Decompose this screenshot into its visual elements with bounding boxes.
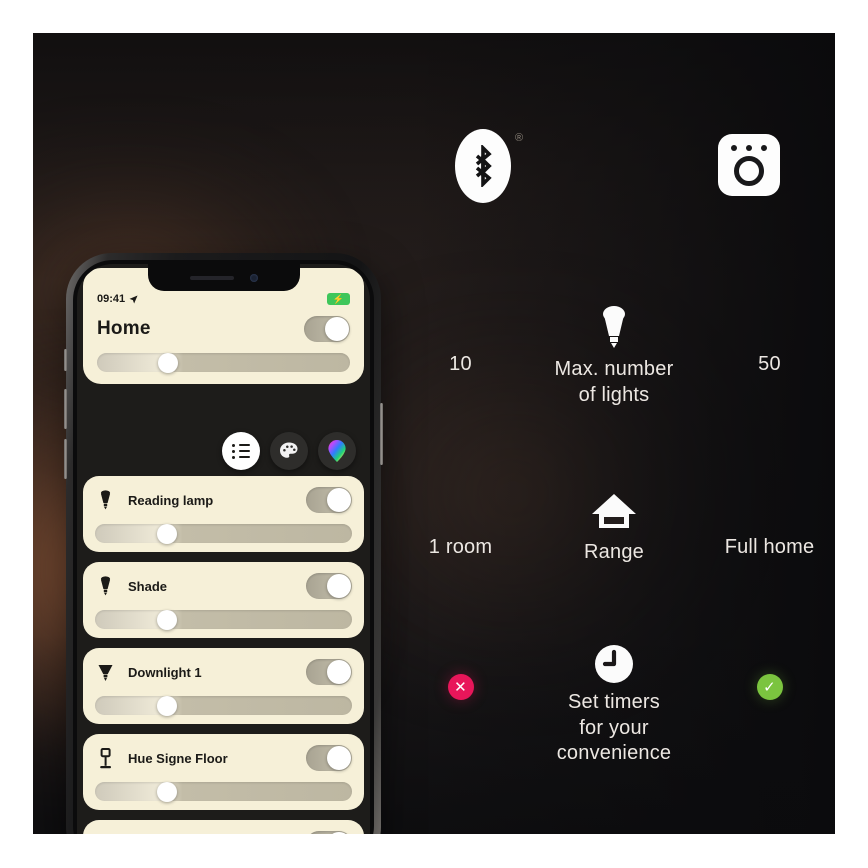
- slider-knob[interactable]: [157, 352, 178, 373]
- phone-mute-switch[interactable]: [64, 349, 67, 371]
- phone-notch: [147, 264, 300, 291]
- light-brightness-slider[interactable]: [95, 781, 352, 802]
- timers-center: Set timers for your convenience: [524, 638, 704, 767]
- light-toggle[interactable]: [306, 659, 352, 685]
- location-arrow-icon: [129, 294, 138, 303]
- status-bar-time-group: 09:41: [97, 293, 138, 305]
- max-lights-center: Max. number of lights: [524, 305, 704, 408]
- comparison-panel: ® 10 Max. number of lights 50 1 room Ran…: [393, 33, 835, 834]
- max-lights-label-line1: Max. number: [554, 358, 674, 380]
- feature-row-range: 1 room Range Full home: [393, 488, 835, 566]
- light-brightness-slider[interactable]: [95, 695, 352, 716]
- light-name: Downlight 1: [128, 664, 202, 680]
- tab-scenes-view[interactable]: [270, 432, 308, 470]
- home-title-row: Home: [97, 316, 350, 342]
- light-row-header: Hue Signe Floor: [95, 745, 352, 771]
- light-name: Reading lamp: [128, 492, 214, 508]
- toggle-knob: [327, 574, 351, 598]
- light-row-header: Reading lamp: [95, 487, 352, 513]
- technology-logos-row: ®: [393, 129, 835, 205]
- toggle-knob: [327, 746, 351, 770]
- range-bluetooth-value: 1 room: [428, 536, 493, 558]
- list-item[interactable]: Hue Flourish: [83, 820, 364, 834]
- light-toggle[interactable]: [306, 487, 352, 513]
- floor-lamp-icon: [95, 747, 115, 769]
- timers-label-line1: Set timers: [567, 691, 660, 713]
- clock-icon: [594, 638, 634, 684]
- light-toggle[interactable]: [306, 745, 352, 771]
- tab-color-view[interactable]: [318, 432, 356, 470]
- toggle-knob: [327, 832, 351, 834]
- list-item[interactable]: Shade: [83, 562, 364, 638]
- cross-badge-icon: ✕: [447, 674, 474, 700]
- list-item[interactable]: Reading lamp: [83, 476, 364, 552]
- front-camera-icon: [249, 273, 258, 282]
- phone-bezel: 09:41 ⚡ Home Reading lamp Shade Downligh…: [73, 260, 374, 834]
- max-lights-label: Max. number of lights: [555, 357, 674, 408]
- status-bar: 09:41 ⚡: [97, 292, 350, 306]
- light-row-header: Downlight 1: [95, 659, 352, 685]
- light-name: Shade: [128, 578, 168, 594]
- battery-charging-icon: ⚡: [327, 293, 350, 305]
- house-icon: [591, 488, 637, 534]
- phone-screen: 09:41 ⚡ Home Reading lamp Shade Downligh…: [77, 264, 370, 834]
- home-master-toggle[interactable]: [304, 316, 350, 342]
- phone-volume-up-button[interactable]: [64, 389, 67, 429]
- status-bar-time: 09:41: [97, 293, 126, 305]
- toggle-knob: [327, 660, 351, 684]
- bluetooth-icon: [455, 129, 511, 203]
- light-brightness-slider[interactable]: [95, 523, 352, 544]
- light-name: Hue Signe Floor: [128, 750, 228, 766]
- bridge-button-ring: [734, 155, 764, 186]
- list-item[interactable]: Downlight 1: [83, 648, 364, 724]
- registered-trademark-mark: ®: [515, 132, 524, 144]
- hue-bridge-icon: [718, 134, 780, 196]
- bulb-spot-icon: [95, 490, 115, 510]
- max-lights-label-line2: of lights: [578, 383, 650, 406]
- light-toggle[interactable]: [306, 573, 352, 599]
- earpiece-speaker: [189, 275, 234, 280]
- range-center: Range: [524, 488, 704, 566]
- feature-row-timers: ✕ Set timers for your convenience ✓: [393, 638, 835, 767]
- slider-knob[interactable]: [156, 523, 177, 544]
- bridge-status-dots: [731, 144, 767, 151]
- color-picker-pin-icon: [328, 440, 346, 462]
- phone-mockup: 09:41 ⚡ Home Reading lamp Shade Downligh…: [64, 253, 383, 834]
- max-lights-bridge-value: 50: [758, 353, 781, 375]
- max-lights-bluetooth-value: 10: [449, 353, 472, 375]
- battery-bolt-glyph: ⚡: [332, 293, 345, 304]
- home-brightness-slider[interactable]: [97, 352, 350, 373]
- bulb-downlight-icon: [95, 662, 115, 682]
- palette-icon: [280, 442, 298, 458]
- lights-list: Reading lamp Shade Downlight 1 Hue Signe…: [83, 476, 364, 834]
- range-bridge-value: Full home: [724, 536, 815, 558]
- timers-label-line2: for your: [579, 716, 649, 739]
- range-label: Range: [584, 541, 644, 563]
- light-brightness-slider[interactable]: [95, 609, 352, 630]
- list-item[interactable]: Hue Signe Floor: [83, 734, 364, 810]
- light-toggle[interactable]: [306, 831, 352, 834]
- timers-label-line3: convenience: [556, 742, 672, 765]
- check-badge-icon: ✓: [756, 674, 783, 700]
- toggle-knob: [325, 317, 349, 341]
- slider-knob[interactable]: [156, 781, 177, 802]
- timers-bluetooth-value: ✕: [393, 638, 524, 700]
- slider-knob[interactable]: [156, 609, 177, 630]
- light-bulb-icon: [597, 305, 631, 351]
- view-mode-switcher: [222, 432, 356, 470]
- list-icon: [232, 443, 250, 459]
- slider-knob[interactable]: [156, 695, 177, 716]
- phone-volume-down-button[interactable]: [64, 439, 67, 479]
- page-title: Home: [97, 318, 151, 339]
- feature-row-max-lights: 10 Max. number of lights 50: [393, 305, 835, 408]
- timers-bridge-value: ✓: [704, 638, 835, 700]
- timers-label: Set timers for your convenience: [557, 690, 672, 767]
- phone-power-button[interactable]: [380, 403, 383, 465]
- toggle-knob: [327, 488, 351, 512]
- bulb-spot-icon: [95, 576, 115, 596]
- light-row-header: Shade: [95, 573, 352, 599]
- screenshot-canvas: ® 10 Max. number of lights 50 1 room Ran…: [33, 33, 835, 834]
- tab-list-view[interactable]: [222, 432, 260, 470]
- light-row-header: Hue Flourish: [95, 831, 352, 834]
